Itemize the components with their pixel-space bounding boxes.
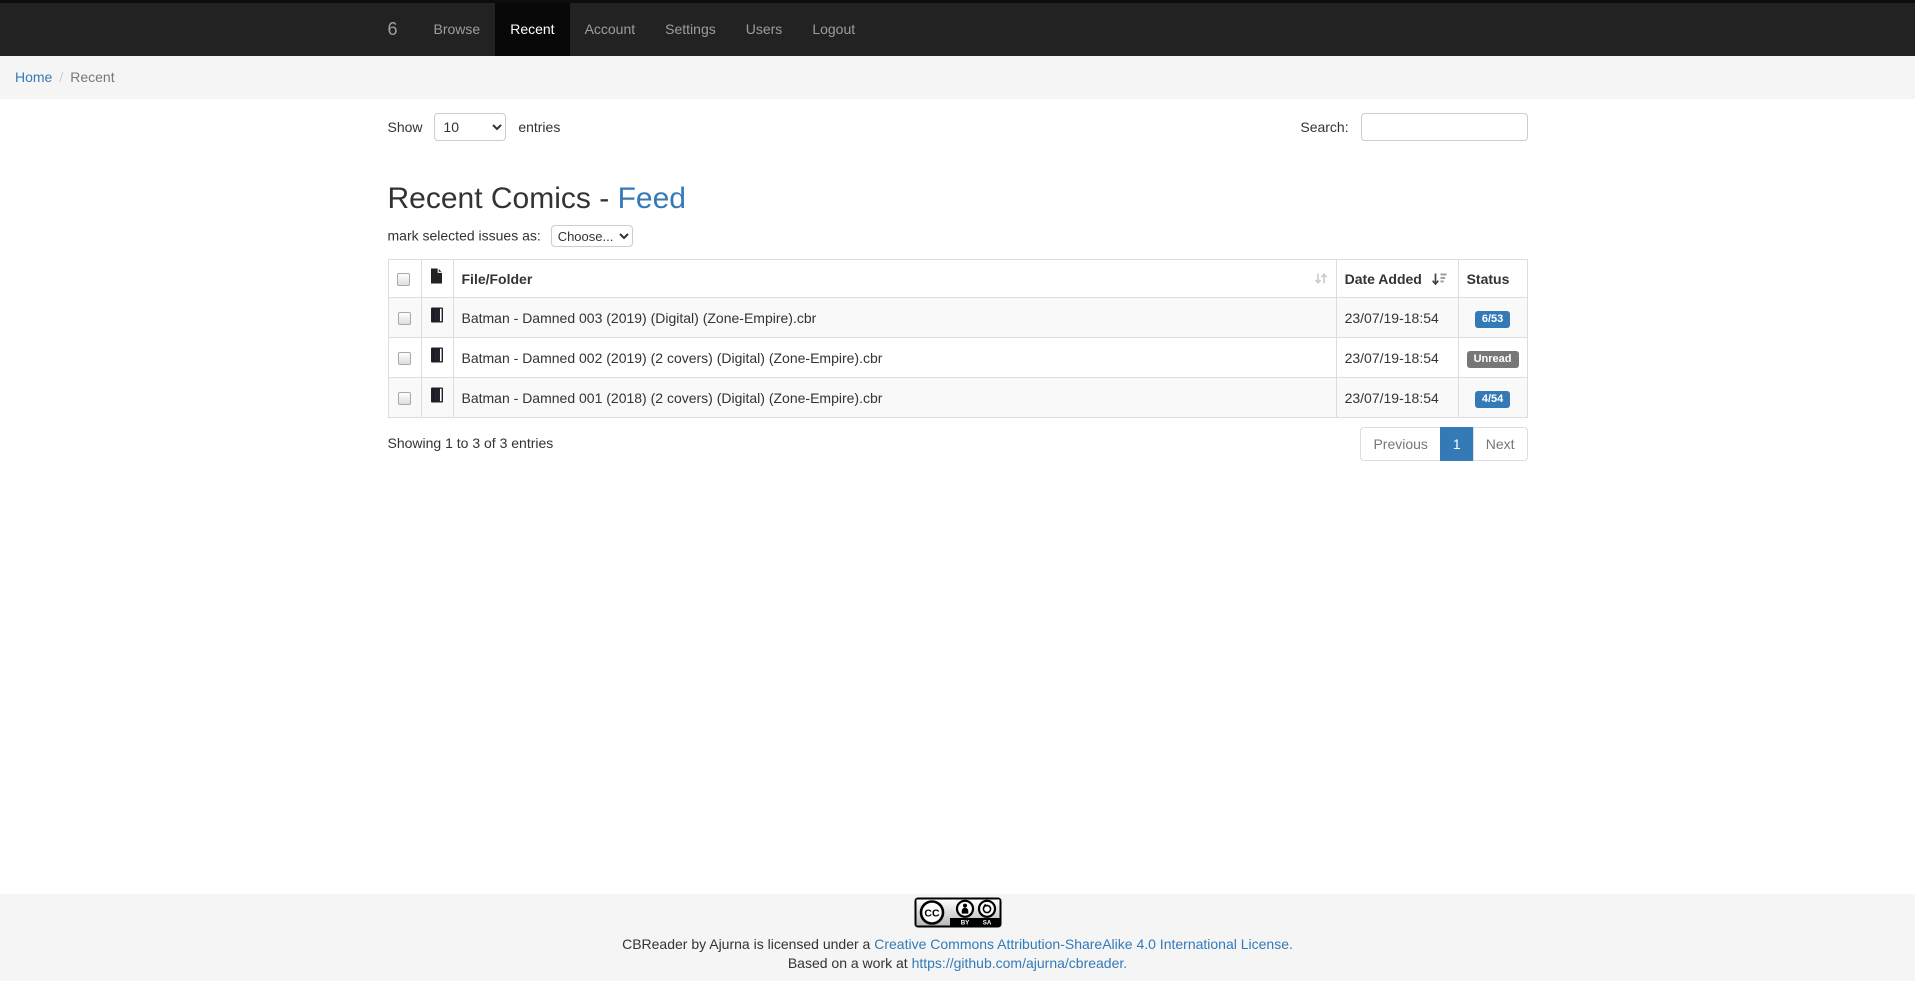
- nav-link-users[interactable]: Users: [731, 3, 798, 56]
- status-header-label: Status: [1467, 271, 1510, 287]
- license-link[interactable]: Creative Commons Attribution-ShareAlike …: [874, 936, 1293, 952]
- svg-text:SA: SA: [982, 920, 991, 927]
- svg-text:BY: BY: [960, 920, 969, 927]
- show-label: Show: [388, 119, 423, 135]
- search-label: Search:: [1300, 119, 1348, 135]
- row-checkbox[interactable]: [398, 352, 411, 365]
- nav-link-settings[interactable]: Settings: [650, 3, 731, 56]
- column-header-date-added[interactable]: Date Added: [1336, 260, 1458, 298]
- navbar: 6 Browse Recent Account Settings Users L…: [0, 0, 1915, 56]
- svg-text:CC: CC: [924, 907, 940, 919]
- pagination-next-button[interactable]: Next: [1473, 427, 1528, 461]
- table-footer-row: Showing 1 to 3 of 3 entries Previous 1 N…: [388, 427, 1528, 461]
- nav-link-logout[interactable]: Logout: [797, 3, 870, 56]
- date-added-cell: 23/07/19-18:54: [1336, 378, 1458, 418]
- table-row: Batman - Damned 001 (2018) (2 covers) (D…: [388, 378, 1527, 418]
- pagination-previous-button[interactable]: Previous: [1360, 427, 1440, 461]
- book-icon: [430, 387, 444, 403]
- row-checkbox[interactable]: [398, 312, 411, 325]
- nav-item-account: Account: [570, 3, 651, 56]
- page-title: Recent Comics - Feed: [388, 182, 1528, 216]
- table-row: Batman - Damned 002 (2019) (2 covers) (D…: [388, 338, 1527, 378]
- select-all-checkbox[interactable]: [397, 273, 410, 286]
- license-line: CBReader by Ajurna is licensed under a C…: [0, 936, 1915, 952]
- mark-selected-select[interactable]: Choose...: [551, 225, 633, 247]
- file-name-cell[interactable]: Batman - Damned 002 (2019) (2 covers) (D…: [453, 338, 1336, 378]
- date-added-cell: 23/07/19-18:54: [1336, 338, 1458, 378]
- breadcrumb-current: Recent: [70, 69, 114, 85]
- nav-item-users: Users: [731, 3, 798, 56]
- license-text: CBReader by Ajurna is licensed under a: [622, 936, 874, 952]
- table-row: Batman - Damned 003 (2019) (Digital) (Zo…: [388, 298, 1527, 338]
- table-controls: Show 10 entries Search:: [388, 113, 1528, 141]
- date-added-header-label: Date Added: [1345, 269, 1422, 289]
- file-folder-header-label: File/Folder: [462, 269, 533, 289]
- file-name-cell[interactable]: Batman - Damned 001 (2018) (2 covers) (D…: [453, 378, 1336, 418]
- page-title-text: Recent Comics -: [388, 182, 618, 215]
- comics-table: File/Folder Date Added: [388, 259, 1528, 418]
- column-header-file-folder[interactable]: File/Folder: [453, 260, 1336, 298]
- nav-link-browse[interactable]: Browse: [419, 3, 496, 56]
- page-size-control: Show 10 entries: [388, 113, 561, 141]
- book-icon: [430, 347, 444, 363]
- entries-label: entries: [518, 119, 560, 135]
- column-header-status[interactable]: Status: [1458, 260, 1527, 298]
- mark-selected-row: mark selected issues as: Choose...: [388, 225, 1528, 247]
- feed-link[interactable]: Feed: [618, 182, 686, 215]
- row-checkbox[interactable]: [398, 392, 411, 405]
- brand-link[interactable]: 6: [388, 3, 398, 56]
- status-badge: 6/53: [1475, 311, 1510, 328]
- nav-link-recent[interactable]: Recent: [495, 3, 569, 56]
- nav-item-settings: Settings: [650, 3, 731, 56]
- main-content: Show 10 entries Search: Recent Comics - …: [0, 99, 1915, 894]
- breadcrumb-home-link[interactable]: Home: [15, 69, 52, 85]
- nav-item-browse: Browse: [419, 3, 496, 56]
- search-control: Search:: [1300, 113, 1527, 141]
- nav-menu: Browse Recent Account Settings Users Log…: [419, 3, 871, 56]
- date-added-cell: 23/07/19-18:54: [1336, 298, 1458, 338]
- nav-item-logout: Logout: [797, 3, 870, 56]
- source-line: Based on a work at https://github.com/aj…: [0, 955, 1915, 971]
- search-input[interactable]: [1361, 113, 1528, 141]
- pagination: Previous 1 Next: [1360, 427, 1527, 461]
- file-name-cell[interactable]: Batman - Damned 003 (2019) (Digital) (Zo…: [453, 298, 1336, 338]
- cc-by-sa-badge[interactable]: CC BY SA: [914, 897, 1002, 928]
- entries-info: Showing 1 to 3 of 3 entries: [388, 427, 554, 451]
- status-badge: 4/54: [1475, 391, 1510, 408]
- page-size-select[interactable]: 10: [434, 113, 506, 141]
- breadcrumb-separator: /: [52, 69, 70, 85]
- footer: CC BY SA CBReader by Ajurna is licensed …: [0, 894, 1915, 981]
- breadcrumb: Home/Recent: [0, 56, 1915, 99]
- source-link[interactable]: https://github.com/ajurna/cbreader.: [912, 955, 1128, 971]
- file-icon: [430, 268, 443, 284]
- book-icon: [430, 307, 444, 323]
- table-header-row: File/Folder Date Added: [388, 260, 1527, 298]
- sort-descending-icon: [1431, 272, 1447, 286]
- mark-selected-label: mark selected issues as:: [388, 228, 541, 244]
- nav-link-account[interactable]: Account: [570, 3, 651, 56]
- sort-unsorted-icon: [1314, 271, 1328, 286]
- status-badge: Unread: [1467, 351, 1519, 368]
- nav-item-recent: Recent: [495, 3, 569, 56]
- pagination-page-1-button[interactable]: 1: [1440, 427, 1474, 461]
- source-text: Based on a work at: [788, 955, 912, 971]
